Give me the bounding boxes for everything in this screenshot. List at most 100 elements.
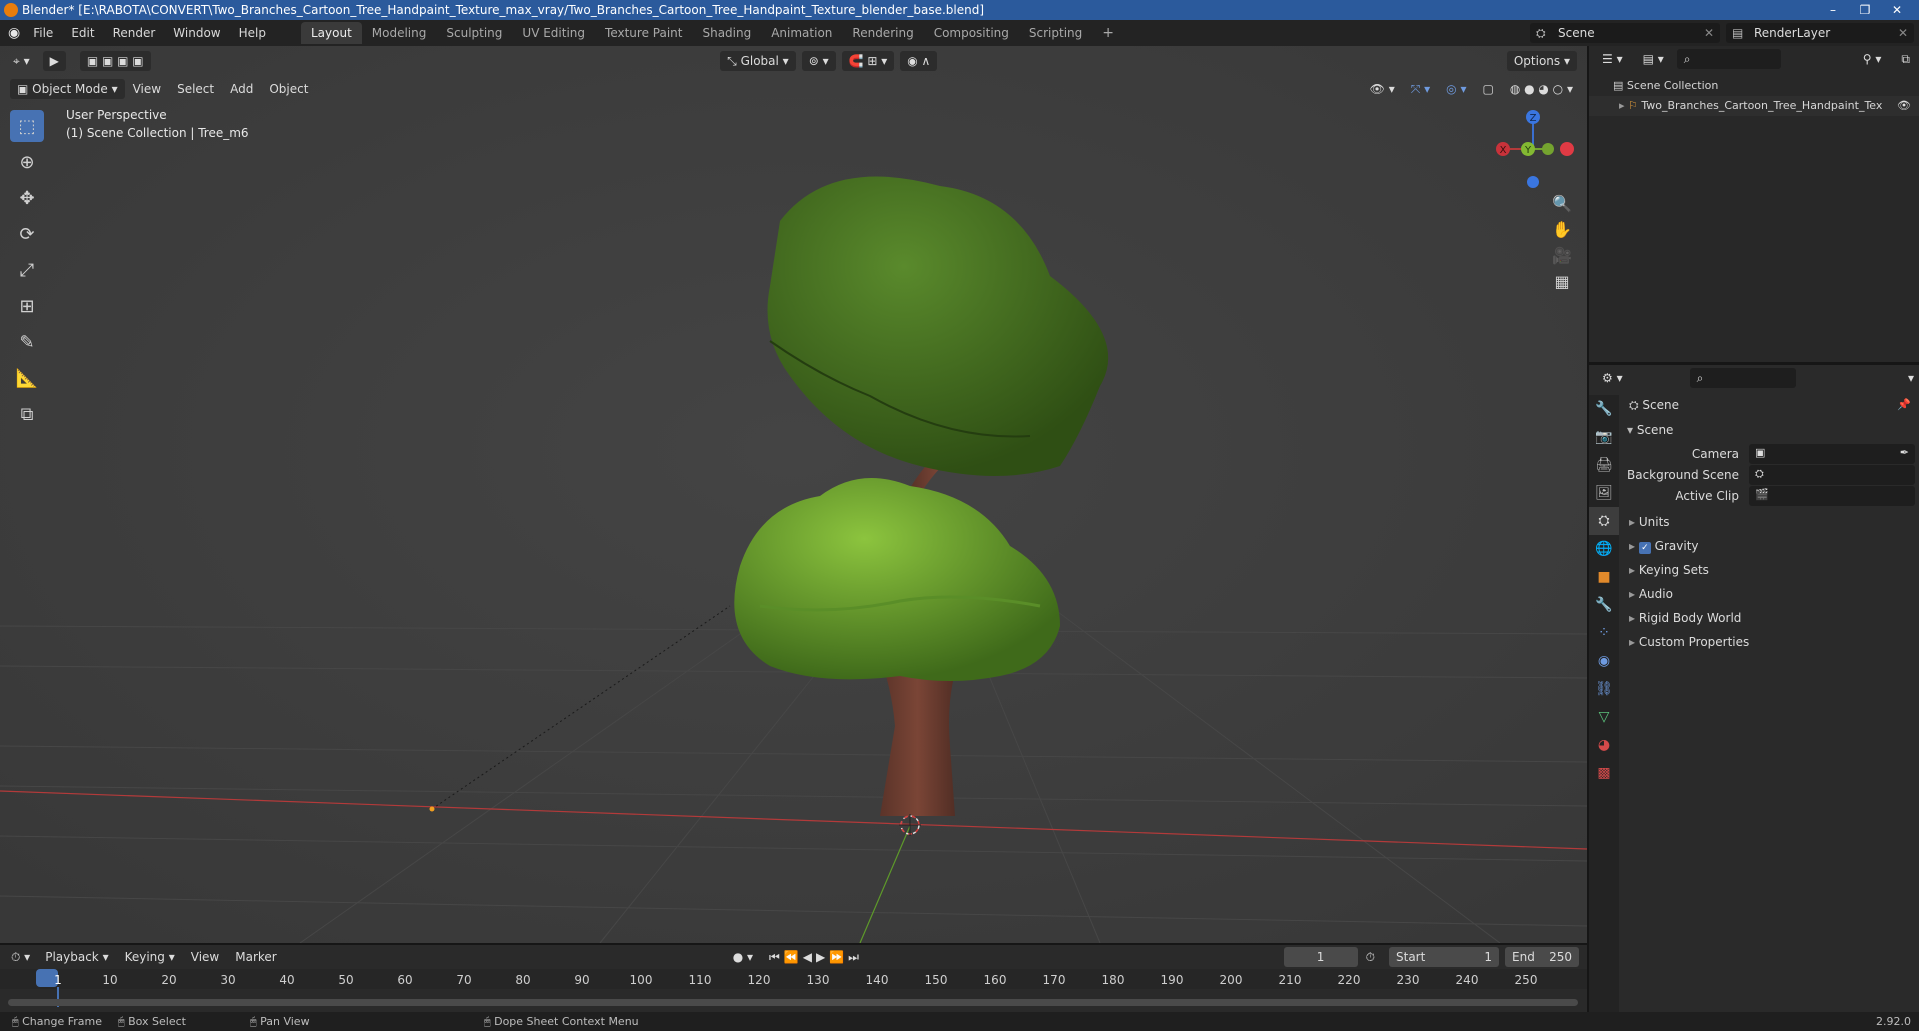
tab-uv-editing[interactable]: UV Editing — [512, 22, 595, 44]
gizmos-toggle-icon[interactable]: ⤧ ▾ — [1403, 82, 1438, 97]
snap-toggle[interactable]: 🧲 ⊞ ▾ — [841, 51, 895, 71]
playback-controls[interactable]: ⏮⏪◀▶⏩⏭ — [761, 950, 871, 965]
proportional-edit-toggle[interactable]: ◉ ∧ — [900, 51, 938, 71]
zoom-icon[interactable]: 🔍 — [1549, 190, 1575, 216]
3d-viewport[interactable]: Z Y X ⌖ ▾ ▶ ▣ ▣ ▣ ▣ ⤡ Global ▾ ⊚ ▾ 🧲 ⊞ ▾… — [0, 46, 1587, 943]
xray-toggle-icon[interactable]: ▢ — [1474, 82, 1501, 96]
close-icon[interactable]: ✕ — [1898, 23, 1908, 43]
scale-tool-icon[interactable]: ⤢ — [10, 254, 44, 286]
new-collection-icon[interactable]: ⧉ — [1894, 49, 1917, 69]
editor-type-button[interactable]: ☰ ▾ — [1595, 49, 1630, 69]
tab-shading[interactable]: Shading — [692, 22, 761, 44]
timeline-scrollbar[interactable] — [8, 999, 1578, 1006]
frame-ruler[interactable]: 1 10 20 30 40 50 60 70 80 90 100 110 120… — [0, 969, 1587, 1007]
background-scene-field[interactable]: ⛭ — [1749, 465, 1915, 485]
panel-custom-properties[interactable]: ▸ Custom Properties — [1629, 635, 1749, 649]
ortho-toggle-icon[interactable]: ▦ — [1549, 268, 1575, 294]
menu-marker[interactable]: Marker — [227, 950, 284, 964]
camera-field[interactable]: ▣ ✒ — [1749, 444, 1915, 464]
world-tab-icon[interactable]: 🌐 — [1589, 535, 1619, 563]
output-tab-icon[interactable]: 🖨 — [1589, 451, 1619, 479]
render-layer-selector[interactable]: ▤ RenderLayer ✕ — [1726, 23, 1914, 43]
object-tab-icon[interactable]: ■ — [1589, 563, 1619, 591]
end-frame-field[interactable]: End 250 — [1505, 947, 1579, 967]
visibility-icon[interactable]: 👁 ▾ — [1362, 82, 1403, 96]
panel-gravity[interactable]: ▸ ✓ Gravity — [1629, 539, 1699, 554]
tab-layout[interactable]: Layout — [300, 22, 362, 44]
particles-tab-icon[interactable]: ⁘ — [1589, 619, 1619, 647]
scene-selector[interactable]: ⛭ Scene ✕ — [1530, 23, 1720, 43]
menu-window[interactable]: Window — [164, 20, 229, 46]
menu-playback[interactable]: Playback ▾ — [37, 950, 116, 964]
menu-view[interactable]: View — [183, 950, 227, 964]
panel-keying-sets[interactable]: ▸ Keying Sets — [1629, 563, 1709, 577]
minimize-button[interactable]: – — [1817, 0, 1849, 20]
eyedropper-icon[interactable]: ✒ — [1900, 446, 1909, 459]
options-chevron-icon[interactable]: ▾ — [1901, 368, 1919, 388]
pivot-point-dropdown[interactable]: ⊚ ▾ — [801, 51, 836, 71]
maximize-button[interactable]: ❐ — [1849, 0, 1881, 20]
constraints-tab-icon[interactable]: ⛓ — [1589, 675, 1619, 703]
origin-point[interactable] — [429, 806, 435, 812]
mode-dropdown[interactable]: ▣ Object Mode ▾ — [10, 79, 125, 99]
editor-type-button[interactable]: ⌖ ▾ — [6, 51, 37, 71]
editor-type-button[interactable]: ⏱ ▾ — [4, 947, 37, 967]
pan-hand-icon[interactable]: ✋ — [1549, 216, 1575, 242]
properties-search-input[interactable]: ⌕ — [1689, 368, 1796, 388]
eye-icon[interactable]: 👁 — [1897, 96, 1911, 116]
menu-select[interactable]: Select — [169, 82, 222, 96]
material-tab-icon[interactable]: ◕ — [1589, 731, 1619, 759]
tab-rendering[interactable]: Rendering — [842, 22, 923, 44]
menu-render[interactable]: Render — [104, 20, 165, 46]
add-workspace-button[interactable]: + — [1092, 22, 1124, 44]
tab-scripting[interactable]: Scripting — [1019, 22, 1092, 44]
transform-tool-icon[interactable]: ⊞ — [10, 290, 44, 322]
editor-type-button[interactable]: ⚙ ▾ — [1595, 368, 1630, 388]
start-frame-field[interactable]: Start 1 — [1389, 947, 1499, 967]
menu-add[interactable]: Add — [222, 82, 261, 96]
tool-tab-icon[interactable]: 🔧 — [1589, 395, 1619, 423]
texture-tab-icon[interactable]: ▩ — [1589, 759, 1619, 787]
select-box-tool-icon[interactable]: ⬚ — [10, 110, 44, 142]
gravity-checkbox[interactable]: ✓ — [1638, 542, 1651, 554]
outliner-search-input[interactable]: ⌕ — [1676, 49, 1781, 69]
physics-tab-icon[interactable]: ◉ — [1589, 647, 1619, 675]
cursor-tool-icon[interactable]: ⊕ — [10, 146, 44, 178]
close-button[interactable]: ✕ — [1881, 0, 1913, 20]
record-button[interactable]: ● ▾ — [725, 950, 761, 964]
outliner-row-scene-collection[interactable]: ▤ Scene Collection — [1589, 76, 1919, 96]
data-tab-icon[interactable]: ▽ — [1589, 703, 1619, 731]
blender-menu-icon[interactable]: ◉ — [0, 20, 24, 46]
tab-modeling[interactable]: Modeling — [362, 22, 437, 44]
panel-rigid-body-world[interactable]: ▸ Rigid Body World — [1629, 611, 1741, 625]
tab-compositing[interactable]: Compositing — [924, 22, 1019, 44]
panel-audio[interactable]: ▸ Audio — [1629, 587, 1673, 601]
viewport-canvas[interactable]: Z Y X — [0, 46, 1587, 943]
transform-orientation-dropdown[interactable]: ⤡ Global ▾ — [720, 51, 796, 71]
display-mode-button[interactable]: ▤ ▾ — [1636, 49, 1671, 69]
scene-panel-header[interactable]: ▾ Scene — [1627, 423, 1673, 437]
select-tool-button[interactable]: ▶ — [42, 51, 66, 71]
current-frame-field[interactable]: 1 — [1283, 947, 1358, 967]
filter-icon[interactable]: ⚲ ▾ — [1856, 49, 1889, 69]
active-clip-field[interactable]: 🎬 — [1749, 486, 1915, 506]
expand-arrow-icon[interactable]: ▸ — [1619, 99, 1628, 112]
options-dropdown[interactable]: Options ▾ — [1506, 51, 1578, 71]
move-tool-icon[interactable]: ✥ — [10, 182, 44, 214]
menu-view[interactable]: View — [125, 82, 169, 96]
overlays-toggle-icon[interactable]: ◎ ▾ — [1438, 82, 1474, 96]
menu-object[interactable]: Object — [261, 82, 316, 96]
pin-icon[interactable]: 📌 — [1897, 398, 1911, 411]
modifier-tab-icon[interactable]: 🔧 — [1589, 591, 1619, 619]
shading-modes-icon[interactable]: ◍ ● ◕ ○ ▾ — [1502, 82, 1587, 96]
menu-file[interactable]: File — [24, 20, 62, 46]
tab-sculpting[interactable]: Sculpting — [436, 22, 512, 44]
view-layer-tab-icon[interactable]: 🖼 — [1589, 479, 1619, 507]
annotate-tool-icon[interactable]: ✎ — [10, 326, 44, 358]
tab-texture-paint[interactable]: Texture Paint — [595, 22, 692, 44]
measure-tool-icon[interactable]: 📐 — [10, 362, 44, 394]
menu-keying[interactable]: Keying ▾ — [117, 950, 183, 964]
camera-view-icon[interactable]: 🎥 — [1549, 242, 1575, 268]
outliner-row-object[interactable]: ▸ ⚐ Two_Branches_Cartoon_Tree_Handpaint_… — [1589, 96, 1919, 116]
tab-animation[interactable]: Animation — [761, 22, 842, 44]
